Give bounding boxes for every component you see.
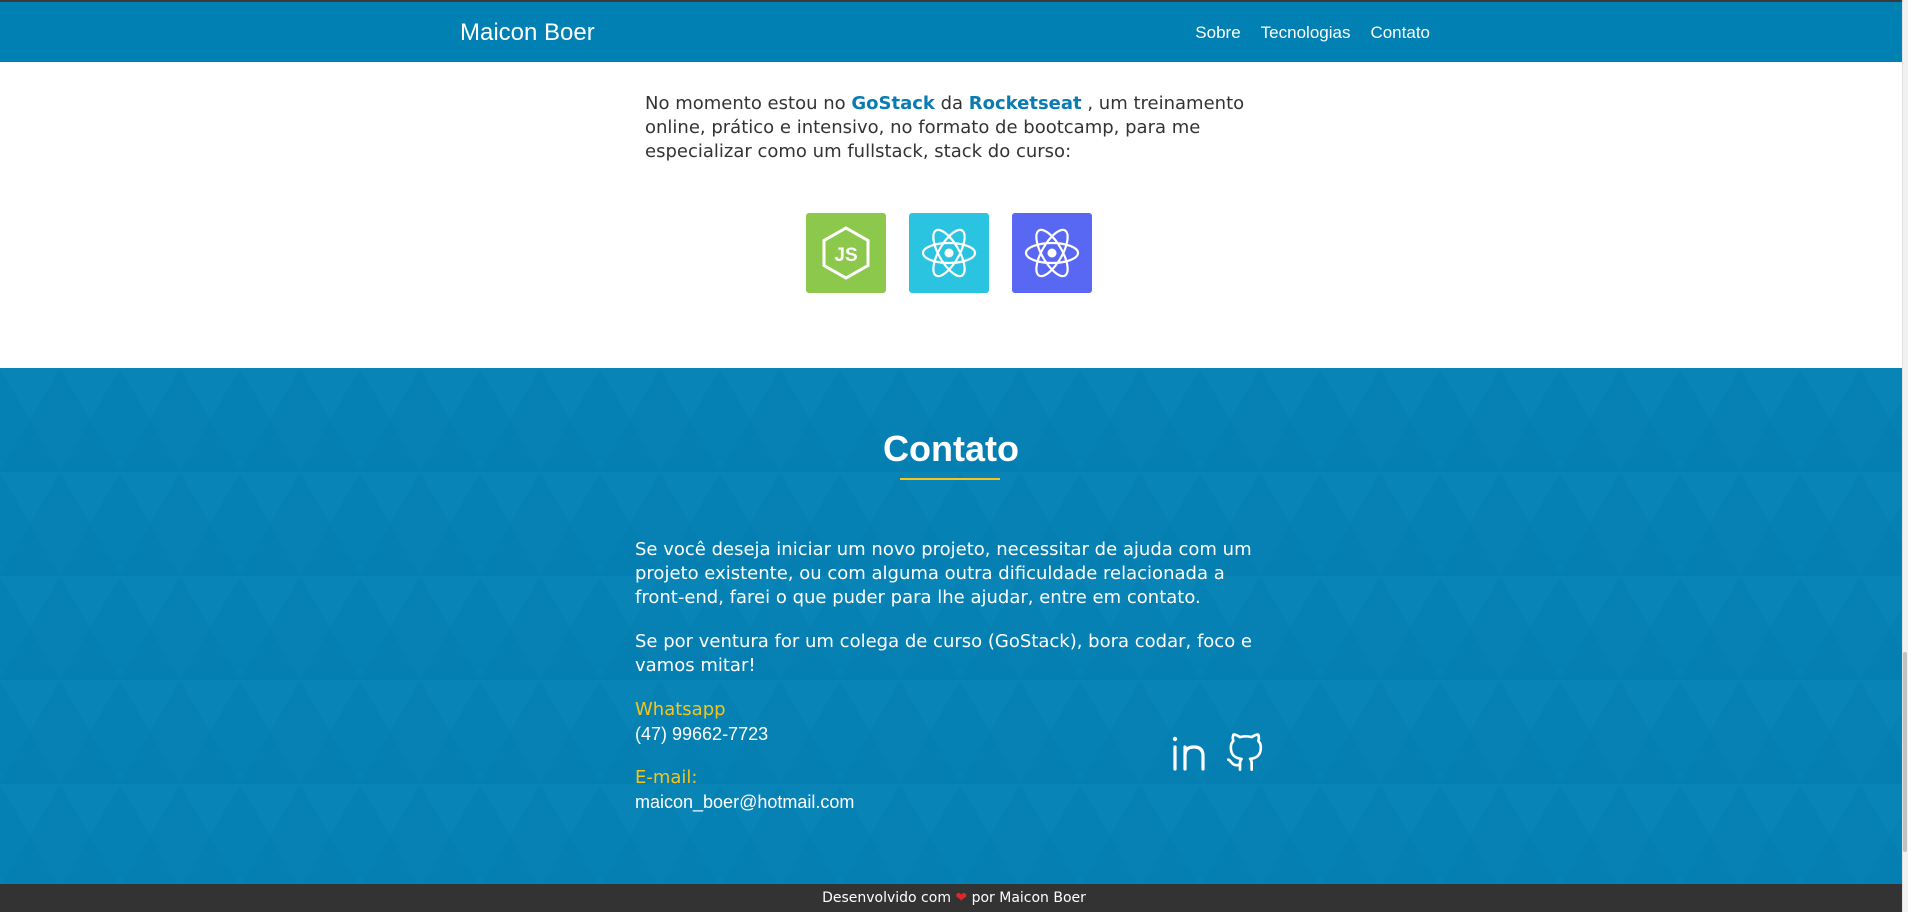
whatsapp-label: Whatsapp [635, 699, 726, 720]
tech-intro-da: da [934, 93, 969, 114]
tech-section: No momento estou no GoStack da Rocketsea… [0, 62, 1902, 368]
nodejs-icon: JS [806, 213, 886, 293]
heart-icon: ❤ [955, 890, 968, 906]
github-icon[interactable] [1224, 732, 1266, 774]
navbar: Maicon Boer Sobre Tecnologias Contato [0, 2, 1902, 62]
email-address[interactable]: maicon_boer@hotmail.com [635, 790, 1265, 814]
tech-intro-prefix: No momento estou no [645, 93, 852, 114]
contact-section: Contato Se você deseja iniciar um novo p… [0, 368, 1902, 884]
footer-text: Desenvolvido com ❤ por Maicon Boer [0, 890, 1908, 906]
tech-icons: JS [806, 213, 1092, 293]
react-icon [909, 213, 989, 293]
contact-paragraph-2: Se por ventura for um colega de curso (G… [635, 631, 1253, 676]
nav-link-sobre[interactable]: Sobre [1195, 23, 1240, 43]
contact-title: Contato [883, 428, 1019, 469]
nav-link-contato[interactable]: Contato [1370, 23, 1430, 43]
nav-link-tecnologias[interactable]: Tecnologias [1261, 23, 1351, 43]
nav-links: Sobre Tecnologias Contato [1195, 23, 1430, 43]
footer-suffix: por Maicon Boer [967, 890, 1086, 906]
gostack-link[interactable]: GoStack [851, 93, 935, 114]
rocketseat-link[interactable]: Rocketseat [969, 93, 1082, 114]
brand-name[interactable]: Maicon Boer [460, 19, 595, 47]
title-underline [900, 478, 1000, 480]
tech-intro: No momento estou no GoStack da Rocketsea… [645, 92, 1265, 164]
footer-prefix: Desenvolvido com [822, 890, 956, 906]
linkedin-icon[interactable] [1168, 732, 1210, 774]
svg-text:JS: JS [834, 245, 857, 266]
contact-paragraph-1: Se você deseja iniciar um novo projeto, … [635, 539, 1252, 608]
react-native-icon [1012, 213, 1092, 293]
scrollbar-thumb[interactable] [1903, 652, 1907, 852]
contact-body: Se você deseja iniciar um novo projeto, … [635, 538, 1265, 834]
social-links [1168, 732, 1266, 774]
